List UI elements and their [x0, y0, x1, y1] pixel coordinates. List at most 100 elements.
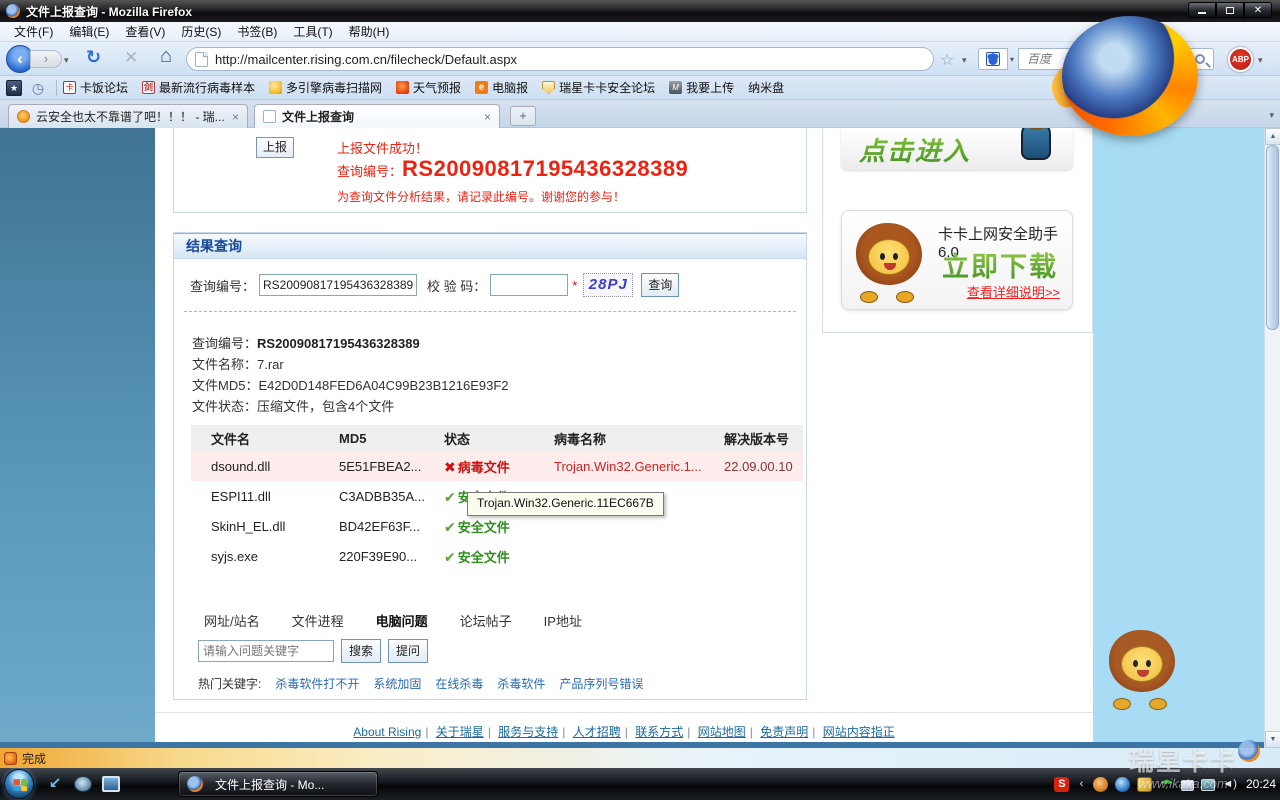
menu-file[interactable]: 文件(F) [6, 21, 61, 42]
report-button[interactable]: 上报 [256, 137, 294, 158]
hot-keywords-row: 热门关键字: 杀毒软件打不开 系统加固 在线杀毒 杀毒软件 产品序列号错误 [198, 675, 643, 692]
tray-globe-icon[interactable] [1115, 776, 1131, 792]
footer-link-contact[interactable]: 联系方式 [635, 725, 683, 739]
question-keyword-input[interactable] [198, 640, 334, 662]
search-button[interactable]: 搜索 [341, 639, 382, 663]
url-dropdown-icon[interactable]: ▾ [962, 55, 967, 66]
tab-close-icon[interactable]: × [484, 110, 491, 124]
cell-md5: BD42EF63F... [339, 518, 420, 534]
detail-link[interactable]: 查看详细说明>> [967, 282, 1060, 301]
list-all-tabs-icon[interactable]: ▾ [1269, 110, 1274, 121]
bookmark-kaka-forum[interactable]: 瑞星卡卡安全论坛 [542, 79, 655, 96]
rising-umbrella-icon[interactable]: ☂ [1159, 776, 1174, 792]
tab-forum-post[interactable]: 论坛帖子 [460, 611, 512, 630]
history-dropdown-icon[interactable]: ▾ [64, 55, 69, 66]
query-id-input[interactable] [259, 274, 418, 296]
hot-keyword-link[interactable]: 产品序列号错误 [559, 675, 643, 692]
tray-orange-icon[interactable] [1093, 776, 1109, 792]
menu-edit[interactable]: 编辑(E) [61, 21, 117, 42]
url-input[interactable] [215, 51, 925, 67]
tray-gold-icon[interactable] [1137, 776, 1153, 792]
bookmark-namipan[interactable]: 纳米盘 [748, 79, 784, 96]
search-engine-dropdown-icon[interactable]: ▾ [1010, 55, 1014, 64]
show-desktop-icon[interactable]: ↙ [46, 776, 64, 792]
kaka-download-banner[interactable]: 卡卡上网安全助手6.0 立即下载 查看详细说明>> [841, 210, 1073, 310]
enter-banner[interactable]: 点击进入 [841, 128, 1073, 170]
kaka-mascot-small [1013, 128, 1059, 166]
tab-ip-address[interactable]: IP地址 [544, 611, 582, 630]
tab-computer-issue[interactable]: 电脑问题 [376, 611, 428, 630]
scrollbar-thumb[interactable] [1266, 145, 1279, 330]
footer-link-about[interactable]: About Rising [353, 725, 421, 739]
bookmark-weather[interactable]: 天气预报 [396, 79, 461, 96]
menu-history[interactable]: 历史(S) [173, 21, 229, 42]
ask-button[interactable]: 提问 [388, 639, 429, 663]
file-info-label: 文件MD5： [192, 378, 259, 393]
tab-cloud-security[interactable]: 云安全也太不靠谱了吧！！！ - 瑞... × [8, 104, 248, 128]
battery-icon[interactable] [1181, 779, 1195, 791]
search-input[interactable] [1027, 52, 1195, 66]
tab-file-process[interactable]: 文件进程 [292, 611, 344, 630]
safe-check-icon: ✔ [444, 518, 456, 535]
stop-icon[interactable]: ✕ [124, 48, 138, 68]
bookmark-upload[interactable]: M 我要上传 [669, 79, 734, 96]
tab-file-report-active[interactable]: 文件上报查询 × [254, 104, 500, 128]
new-tab-button[interactable]: + [510, 106, 536, 126]
footer-link-feedback[interactable]: 网站内容指正 [823, 725, 895, 739]
quick-launch-monitor-icon[interactable] [102, 776, 120, 792]
captcha-input[interactable] [490, 274, 569, 296]
vertical-scrollbar[interactable]: ▲ ▼ [1264, 128, 1280, 748]
hot-keyword-link[interactable]: 系统加固 [373, 675, 421, 692]
history-clock-icon[interactable]: ◷ [30, 80, 46, 96]
bookmark-label: 瑞星卡卡安全论坛 [559, 81, 656, 95]
menu-tools[interactable]: 工具(T) [285, 21, 340, 42]
minimize-button[interactable] [1188, 2, 1216, 18]
home-icon[interactable]: ⌂ [160, 45, 172, 68]
cell-virus-name[interactable]: Trojan.Win32.Generic.1... [554, 459, 724, 474]
window-titlebar: 文件上报查询 - Mozilla Firefox ✕ [0, 0, 1280, 22]
hot-keyword-link[interactable]: 在线杀毒 [435, 675, 483, 692]
start-button[interactable] [4, 769, 34, 799]
close-button[interactable]: ✕ [1244, 2, 1272, 18]
bookmarks-panel-icon[interactable]: ★ [6, 79, 22, 96]
footer-link-jobs[interactable]: 人才招聘 [573, 725, 621, 739]
tray-expand-icon[interactable]: ‹ [1076, 777, 1086, 792]
bookmark-multiscan[interactable]: 多引擎病毒扫描网 [269, 79, 382, 96]
table-header-row: 文件名 MD5 状态 病毒名称 解决版本号 [191, 425, 803, 451]
reload-icon[interactable]: ↻ [86, 47, 101, 68]
url-bar[interactable] [186, 47, 934, 71]
adblock-plus-icon[interactable]: ABP [1228, 47, 1253, 72]
sogou-tray-icon[interactable]: S [1054, 776, 1070, 792]
query-button[interactable]: 查询 [641, 273, 680, 297]
tab-url-site[interactable]: 网址/站名 [204, 611, 260, 630]
network-icon[interactable] [1201, 779, 1216, 791]
footer-link-disclaimer[interactable]: 免责声明 [760, 725, 808, 739]
forward-button[interactable]: › [30, 50, 62, 68]
bookmark-star-icon[interactable]: ☆ [940, 50, 954, 70]
footer-link-sitemap[interactable]: 网站地图 [698, 725, 746, 739]
taskbar-task-firefox[interactable]: 文件上报查询 - Mo... [178, 771, 378, 797]
menu-view[interactable]: 查看(V) [117, 21, 173, 42]
scroll-down-icon[interactable]: ▼ [1265, 731, 1280, 748]
scroll-up-icon[interactable]: ▲ [1265, 128, 1280, 145]
footer-link-rising[interactable]: 关于瑞星 [436, 725, 484, 739]
status-text: 安全文件 [457, 549, 510, 565]
menu-help[interactable]: 帮助(H) [341, 21, 398, 42]
restore-button[interactable] [1216, 2, 1244, 18]
search-bar[interactable] [1018, 48, 1214, 70]
bookmark-diannaobao[interactable]: e 电脑报 [475, 79, 528, 96]
search-engine-button[interactable] [978, 48, 1008, 70]
search-icon[interactable] [1195, 54, 1205, 64]
bookmark-virus-samples[interactable]: 剑 最新流行病毒样本 [142, 79, 255, 96]
quick-launch-badge-icon[interactable] [74, 776, 92, 792]
download-now-text[interactable]: 立即下载 [942, 245, 1058, 284]
menu-bookmarks[interactable]: 书签(B) [229, 21, 285, 42]
footer-link-support[interactable]: 服务与支持 [498, 725, 558, 739]
hot-keyword-link[interactable]: 杀毒软件打不开 [275, 675, 359, 692]
adblock-dropdown-icon[interactable]: ▾ [1258, 55, 1263, 66]
tab-close-icon[interactable]: × [232, 110, 239, 124]
file-info-value: 压缩文件，包含4个文件 [257, 399, 395, 414]
hot-keyword-link[interactable]: 杀毒软件 [497, 675, 545, 692]
bookmark-kafan[interactable]: 卡 卡饭论坛 [63, 79, 128, 96]
volume-icon[interactable]: ◄) [1222, 778, 1237, 790]
